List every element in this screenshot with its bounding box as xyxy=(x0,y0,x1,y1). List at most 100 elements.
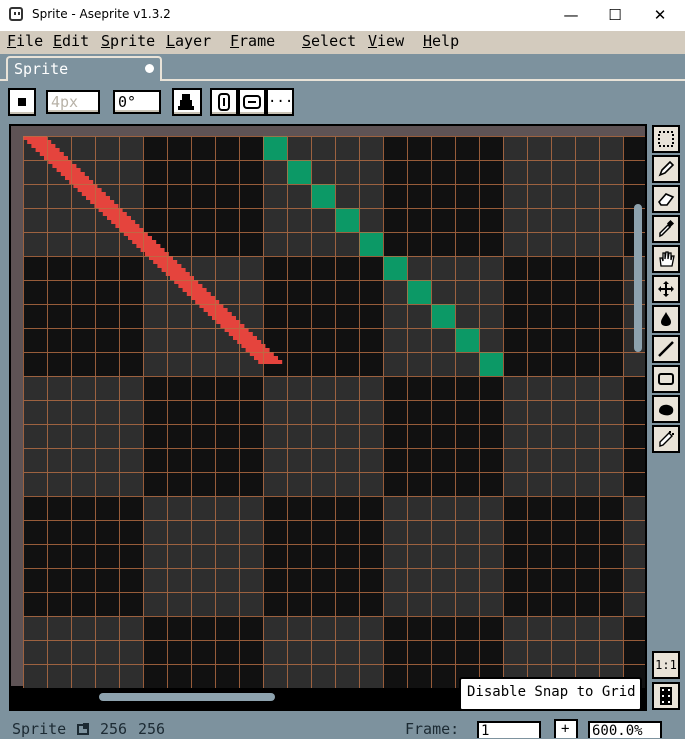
checker-cell xyxy=(311,304,335,328)
modified-dot-icon[interactable] xyxy=(145,64,154,73)
checker-cell xyxy=(335,232,359,256)
checker-cell xyxy=(143,160,167,184)
pencil-tool[interactable] xyxy=(652,155,680,183)
checker-cell xyxy=(551,544,575,568)
red-stroke-pixel xyxy=(140,248,165,252)
checker-cell xyxy=(599,592,623,616)
checker-cell xyxy=(215,136,239,160)
window-title: Sprite - Aseprite v1.3.2 xyxy=(32,7,171,21)
checker-cell xyxy=(143,472,167,496)
checker-cell xyxy=(167,448,191,472)
checker-cell xyxy=(311,232,335,256)
checker-cell xyxy=(191,424,215,448)
checker-cell xyxy=(71,448,95,472)
more-options-button[interactable]: ··· xyxy=(266,88,294,116)
checker-cell xyxy=(167,328,191,352)
checker-cell xyxy=(479,520,503,544)
eraser-tool[interactable] xyxy=(652,185,680,213)
sprite-editor[interactable] xyxy=(9,124,647,711)
hand-tool[interactable] xyxy=(652,245,680,273)
menu-file[interactable]: File xyxy=(7,32,43,50)
paint-bucket-tool[interactable] xyxy=(652,305,680,333)
checker-cell xyxy=(455,496,479,520)
red-stroke-pixel xyxy=(191,296,215,300)
blur-tool[interactable] xyxy=(652,425,680,453)
checker-cell xyxy=(431,328,455,352)
rectangle-tool[interactable] xyxy=(652,365,680,393)
checker-cell xyxy=(527,136,551,160)
checker-cell xyxy=(239,568,263,592)
eyedropper-tool[interactable] xyxy=(652,215,680,243)
title-bar: Sprite - Aseprite v1.3.2 — ☐ ✕ xyxy=(0,0,685,31)
checker-cell xyxy=(431,544,455,568)
move-tool[interactable] xyxy=(652,275,680,303)
checker-cell xyxy=(191,232,215,256)
checker-cell xyxy=(383,136,407,160)
checker-cell xyxy=(167,352,191,376)
red-stroke-pixel xyxy=(136,244,161,248)
checker-cell xyxy=(383,424,407,448)
checker-cell xyxy=(263,280,287,304)
maximize-button[interactable]: ☐ xyxy=(592,0,638,31)
tab-sprite[interactable]: Sprite xyxy=(6,56,162,81)
red-stroke-pixel xyxy=(132,240,157,244)
checker-cell xyxy=(143,592,167,616)
checker-cell xyxy=(551,448,575,472)
checker-cell xyxy=(599,496,623,520)
contour-tool[interactable] xyxy=(652,395,680,423)
checker-cell xyxy=(71,232,95,256)
menu-layer[interactable]: Layer xyxy=(166,32,211,50)
checker-cell xyxy=(383,496,407,520)
checker-cell xyxy=(47,448,71,472)
add-frame-button[interactable]: + xyxy=(554,719,578,738)
sprite-canvas[interactable] xyxy=(11,126,645,709)
menu-select[interactable]: Select xyxy=(302,32,356,50)
vertical-scrollbar-thumb[interactable] xyxy=(634,204,642,352)
checker-cell xyxy=(47,544,71,568)
checker-cell xyxy=(575,640,599,664)
brush-angle-input[interactable]: 0° xyxy=(113,90,161,114)
checker-cell xyxy=(47,568,71,592)
checker-cell xyxy=(599,472,623,496)
zoom-level-input[interactable]: 600.0% xyxy=(588,721,662,739)
checker-cell xyxy=(95,568,119,592)
horizontal-scrollbar-thumb[interactable] xyxy=(99,693,275,701)
zoom-reset-button[interactable]: 1:1 xyxy=(652,651,680,679)
checker-cell xyxy=(71,568,95,592)
checker-cell xyxy=(215,568,239,592)
minimize-button[interactable]: — xyxy=(548,0,594,31)
menu-view[interactable]: View xyxy=(368,32,404,50)
checker-cell xyxy=(407,472,431,496)
checker-cell xyxy=(143,400,167,424)
checker-cell xyxy=(23,448,47,472)
red-stroke-pixel xyxy=(119,228,144,232)
ink-type-button[interactable] xyxy=(172,88,202,116)
checker-cell xyxy=(383,400,407,424)
checker-cell xyxy=(215,232,239,256)
brush-size-input[interactable]: 4px xyxy=(46,90,100,114)
checker-cell xyxy=(551,592,575,616)
timeline-toggle-button[interactable] xyxy=(652,682,680,710)
menu-help[interactable]: Help xyxy=(423,32,459,50)
pixel-perfect-button[interactable] xyxy=(210,88,238,116)
checker-cell xyxy=(47,400,71,424)
checker-cell xyxy=(311,256,335,280)
close-button[interactable]: ✕ xyxy=(637,0,683,31)
menu-edit[interactable]: Edit xyxy=(53,32,89,50)
symmetry-button[interactable] xyxy=(238,88,266,116)
rectangular-marquee-tool[interactable] xyxy=(652,125,680,153)
disable-snap-to-grid-button[interactable]: Disable Snap to Grid xyxy=(459,677,642,711)
checker-cell xyxy=(623,160,645,184)
checker-cell xyxy=(215,592,239,616)
checker-cell xyxy=(479,232,503,256)
checker-cell xyxy=(623,448,645,472)
menu-sprite[interactable]: Sprite xyxy=(101,32,155,50)
checker-cell xyxy=(23,160,47,184)
line-tool[interactable] xyxy=(652,335,680,363)
checker-cell xyxy=(527,520,551,544)
checker-cell xyxy=(575,400,599,424)
checker-cell xyxy=(503,280,527,304)
menu-frame[interactable]: Frame xyxy=(230,32,275,50)
brush-type-button[interactable] xyxy=(8,88,36,116)
frame-number-input[interactable]: 1 xyxy=(477,721,541,739)
